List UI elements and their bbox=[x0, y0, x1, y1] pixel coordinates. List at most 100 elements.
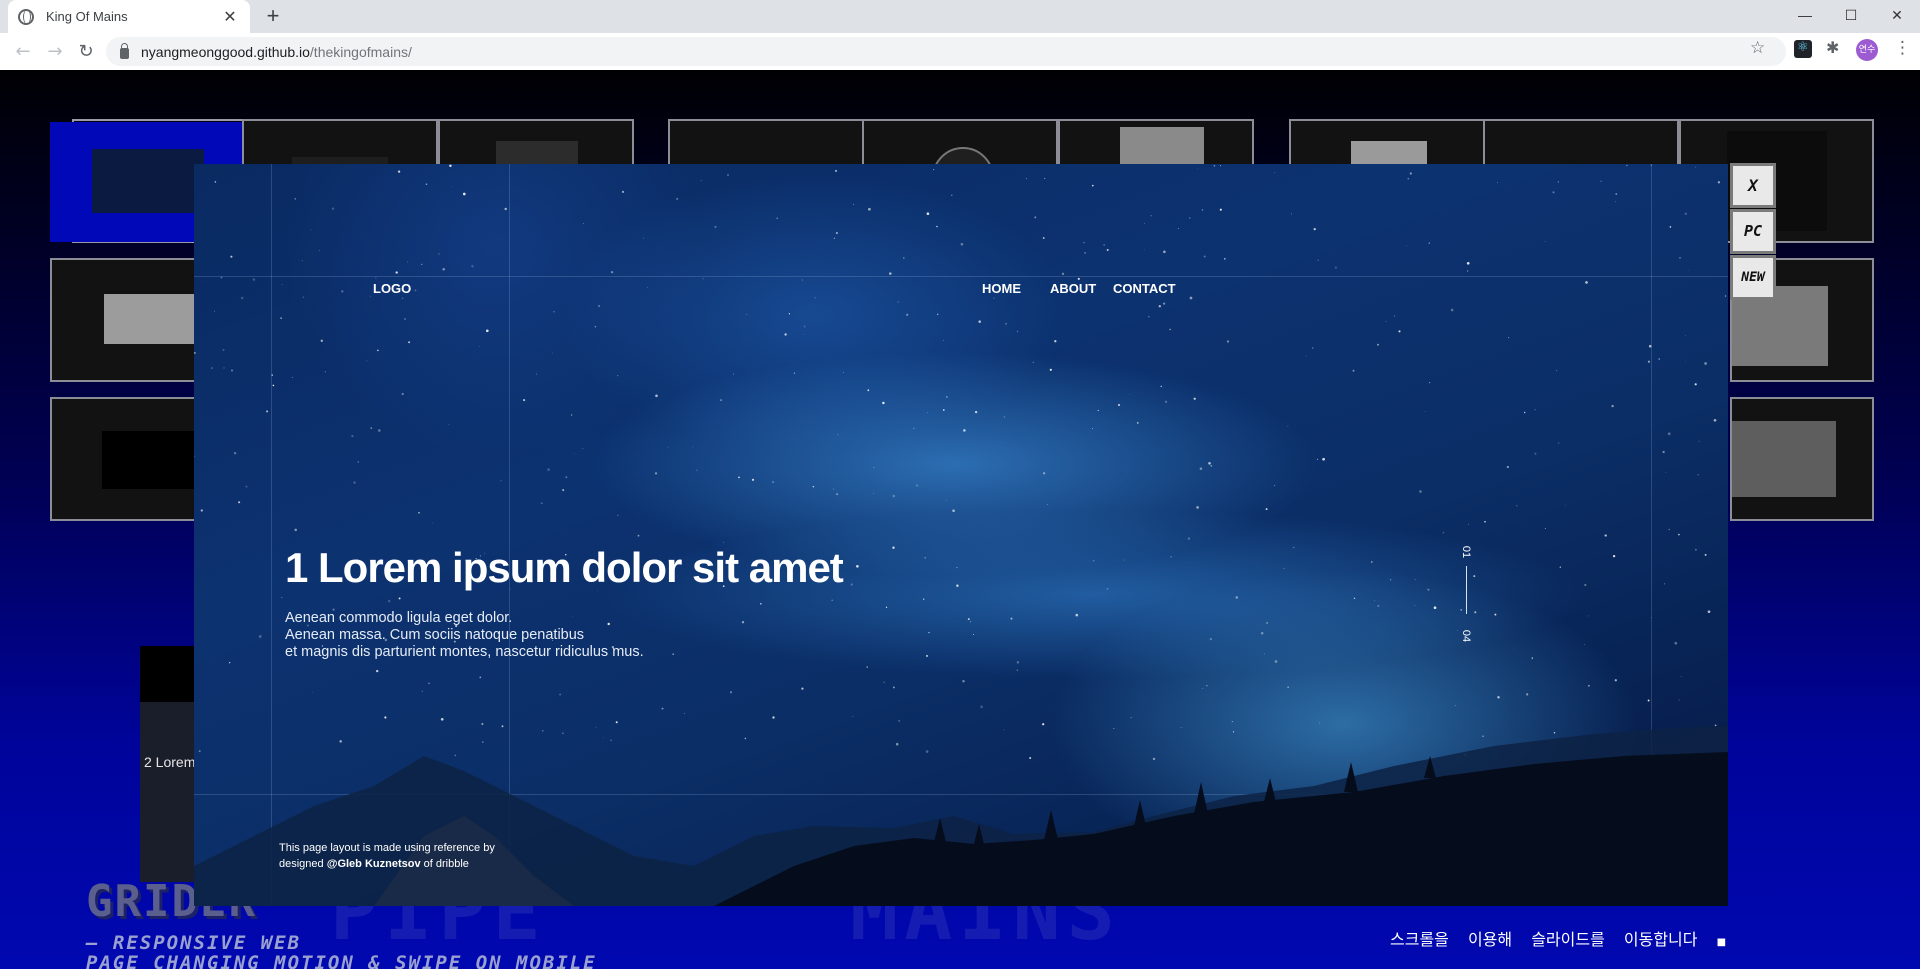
back-icon[interactable]: ← bbox=[10, 39, 36, 65]
star bbox=[1678, 699, 1680, 701]
slide-card-2-header bbox=[140, 646, 200, 702]
extensions-puzzle-icon[interactable]: ✱ bbox=[1826, 38, 1844, 57]
pager-total: 04 bbox=[1460, 629, 1473, 643]
pc-button[interactable]: PC bbox=[1730, 209, 1776, 254]
star bbox=[667, 446, 669, 448]
star bbox=[1454, 705, 1456, 707]
star bbox=[1377, 604, 1380, 607]
star bbox=[1169, 328, 1171, 331]
star bbox=[1199, 467, 1203, 470]
star bbox=[245, 485, 248, 488]
star bbox=[312, 692, 313, 693]
nav-home[interactable]: HOME bbox=[982, 281, 1021, 296]
star bbox=[1291, 213, 1292, 215]
thumbnail-slide-13[interactable] bbox=[1730, 397, 1874, 521]
star bbox=[741, 621, 745, 624]
star bbox=[1414, 579, 1416, 580]
star bbox=[1213, 164, 1216, 167]
star bbox=[398, 597, 401, 600]
star bbox=[1136, 422, 1139, 424]
star bbox=[866, 666, 868, 668]
star bbox=[923, 598, 925, 600]
close-tab-icon[interactable]: ✕ bbox=[220, 7, 240, 27]
hero-description-line: et magnis dis parturient montes, nascetu… bbox=[285, 644, 644, 660]
star bbox=[853, 203, 854, 205]
minimize-icon[interactable]: — bbox=[1782, 0, 1828, 33]
credit-author-link[interactable]: @Gleb Kuznetsov bbox=[327, 858, 421, 870]
star bbox=[1209, 637, 1213, 641]
nav-contact[interactable]: CONTACT bbox=[1113, 281, 1176, 296]
bookmark-star-icon[interactable]: ☆ bbox=[1750, 38, 1765, 58]
globe-icon bbox=[18, 8, 34, 25]
star bbox=[574, 453, 575, 455]
star bbox=[831, 599, 833, 602]
star bbox=[1698, 440, 1700, 442]
star bbox=[281, 283, 283, 285]
square-icon: ■ bbox=[1716, 937, 1727, 948]
star bbox=[1197, 168, 1199, 169]
close-button[interactable]: X bbox=[1730, 163, 1776, 208]
star bbox=[1429, 382, 1431, 384]
star bbox=[1508, 337, 1510, 339]
star bbox=[1394, 315, 1396, 317]
star bbox=[714, 225, 717, 228]
star bbox=[837, 433, 839, 436]
thumbnail-slide-10[interactable] bbox=[50, 258, 198, 382]
star bbox=[1604, 534, 1607, 537]
star bbox=[1669, 226, 1672, 228]
close-window-icon[interactable]: ✕ bbox=[1874, 0, 1920, 33]
star bbox=[369, 295, 371, 297]
maximize-icon[interactable]: ☐ bbox=[1828, 0, 1874, 33]
star bbox=[1626, 164, 1628, 167]
reload-icon[interactable]: ↻ bbox=[73, 39, 99, 65]
star bbox=[751, 478, 755, 481]
star bbox=[1658, 358, 1660, 360]
address-bar[interactable]: nyangmeonggood.github.io /thekingofmains… bbox=[106, 37, 1786, 66]
star bbox=[1668, 528, 1670, 531]
star bbox=[1097, 409, 1099, 412]
star bbox=[889, 272, 892, 275]
star bbox=[1316, 458, 1319, 460]
star bbox=[1516, 505, 1518, 507]
star bbox=[214, 310, 216, 312]
star bbox=[1717, 181, 1721, 184]
browser-tab[interactable]: King Of Mains ✕ bbox=[8, 0, 250, 33]
star bbox=[428, 682, 430, 685]
star bbox=[302, 296, 304, 298]
star bbox=[1680, 676, 1682, 678]
star bbox=[936, 225, 938, 228]
hero-description-line: Aenean massa. Cum sociis natoque penatib… bbox=[285, 627, 585, 643]
star bbox=[318, 249, 320, 251]
star bbox=[1162, 302, 1166, 305]
star bbox=[729, 691, 733, 694]
star bbox=[403, 317, 407, 321]
nav-about[interactable]: ABOUT bbox=[1050, 281, 1096, 296]
star bbox=[1466, 270, 1469, 272]
grid-line bbox=[194, 276, 1728, 277]
star bbox=[1688, 270, 1690, 272]
hero-logo[interactable]: LOGO bbox=[373, 281, 411, 296]
star bbox=[485, 329, 489, 333]
profile-avatar[interactable]: 연수 bbox=[1856, 39, 1878, 61]
star bbox=[280, 317, 282, 319]
browser-menu-icon[interactable]: ⋮ bbox=[1894, 38, 1911, 58]
star bbox=[873, 493, 875, 495]
star bbox=[1512, 647, 1514, 649]
react-devtools-icon[interactable] bbox=[1794, 40, 1812, 58]
new-button[interactable]: NEW bbox=[1730, 255, 1776, 300]
hero-credit: This page layout is made using reference… bbox=[279, 840, 495, 872]
slide-card-2[interactable]: 2 Lorem bbox=[140, 646, 200, 882]
star bbox=[672, 653, 675, 656]
star bbox=[928, 631, 930, 634]
star bbox=[1189, 296, 1193, 300]
star bbox=[1427, 588, 1430, 591]
star bbox=[366, 360, 368, 362]
star bbox=[1188, 217, 1191, 219]
forward-icon[interactable]: → bbox=[42, 39, 68, 65]
credit-prefix: designed bbox=[279, 858, 327, 870]
credit-line-2: designed @Gleb Kuznetsov of dribble bbox=[279, 856, 495, 872]
hero-headline: 1 Lorem ipsum dolor sit amet bbox=[285, 544, 844, 591]
star bbox=[1092, 428, 1093, 430]
new-tab-button[interactable]: + bbox=[260, 4, 286, 30]
thumbnail-slide-11[interactable] bbox=[50, 397, 198, 521]
